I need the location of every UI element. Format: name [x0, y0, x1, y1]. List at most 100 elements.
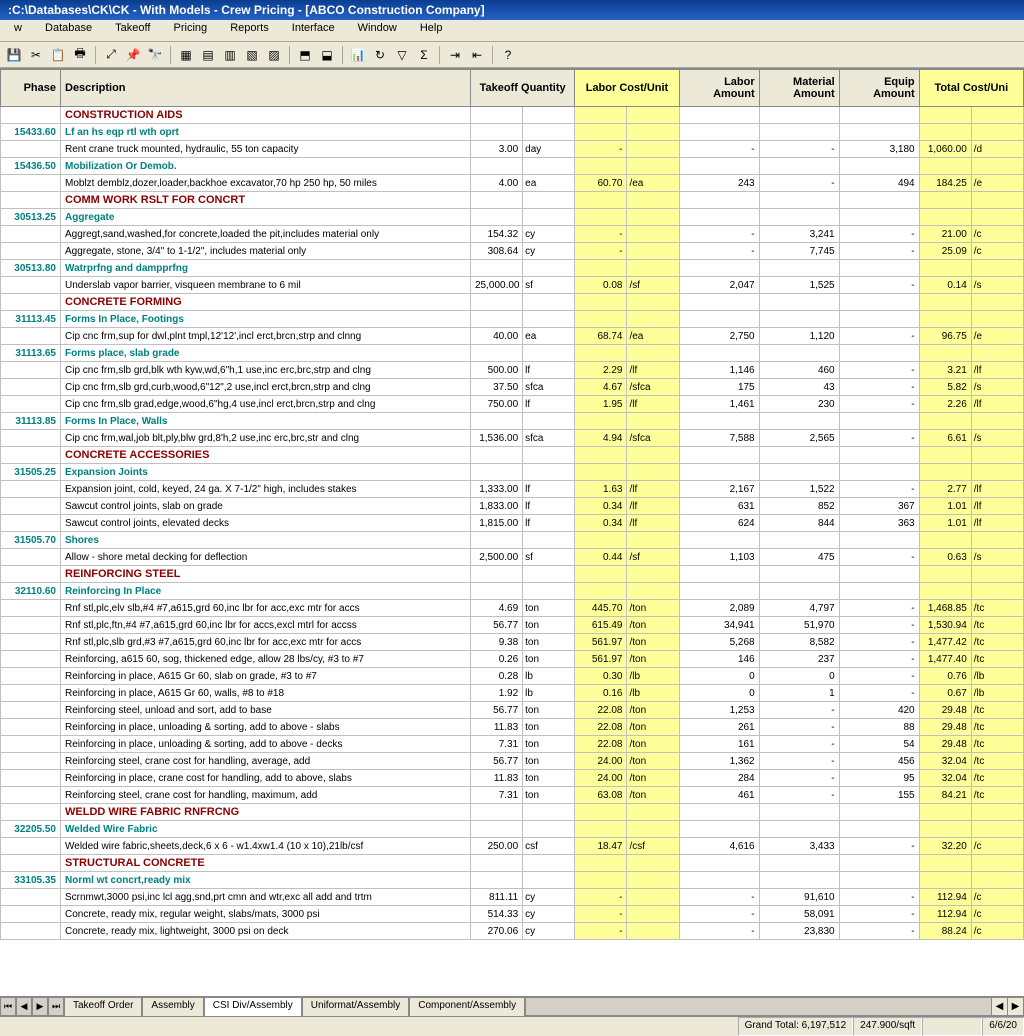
- refresh-icon[interactable]: ↻: [370, 45, 390, 65]
- table-row[interactable]: 30513.80Watrprfng and dampprfng: [1, 260, 1024, 277]
- table-row[interactable]: Rent crane truck mounted, hydraulic, 55 …: [1, 141, 1024, 158]
- tab-last-icon[interactable]: ⏭: [48, 997, 64, 1016]
- header-equip-amt[interactable]: Equip Amount: [839, 70, 919, 107]
- collapse-icon[interactable]: ⇥: [445, 45, 465, 65]
- tab-component[interactable]: Component/Assembly: [409, 997, 525, 1016]
- sum-icon[interactable]: Σ: [414, 45, 434, 65]
- spreadsheet-grid[interactable]: Phase Description Takeoff Quantity Labor…: [0, 68, 1024, 996]
- copy-icon[interactable]: 📋: [48, 45, 68, 65]
- save-icon[interactable]: 💾: [4, 45, 24, 65]
- table-row[interactable]: CONSTRUCTION AIDS: [1, 107, 1024, 124]
- layer1-icon[interactable]: ⬒: [295, 45, 315, 65]
- table-row[interactable]: 32205.50Welded Wire Fabric: [1, 821, 1024, 838]
- menu-w[interactable]: w: [4, 20, 32, 36]
- table-row[interactable]: 31505.25Expansion Joints: [1, 464, 1024, 481]
- table-row[interactable]: Reinforcing in place, unloading & sortin…: [1, 736, 1024, 753]
- table-row[interactable]: 33105.35Norml wt concrt,ready mix: [1, 872, 1024, 889]
- header-description[interactable]: Description: [61, 70, 471, 107]
- table-row[interactable]: 31113.45Forms In Place, Footings: [1, 311, 1024, 328]
- table-row[interactable]: Rnf stl,plc,elv slb,#4 #7,a615,grd 60,in…: [1, 600, 1024, 617]
- tab-uniformat[interactable]: Uniformat/Assembly: [302, 997, 409, 1016]
- table-row[interactable]: Cip cnc frm,slb grad,edge,wood,6"hg,4 us…: [1, 396, 1024, 413]
- table-row[interactable]: 32110.60Reinforcing In Place: [1, 583, 1024, 600]
- menubar: w Database Takeoff Pricing Reports Inter…: [0, 20, 1024, 42]
- table-row[interactable]: Reinforcing in place, A615 Gr 60, slab o…: [1, 668, 1024, 685]
- scroll-left-icon[interactable]: ◀: [991, 998, 1007, 1015]
- table-row[interactable]: Allow - shore metal decking for deflecti…: [1, 549, 1024, 566]
- table-row[interactable]: Reinforcing steel, unload and sort, add …: [1, 702, 1024, 719]
- table-row[interactable]: REINFORCING STEEL: [1, 566, 1024, 583]
- grid3-icon[interactable]: ▥: [220, 45, 240, 65]
- help-icon[interactable]: ?: [498, 45, 518, 65]
- expand-icon[interactable]: ⤢: [101, 45, 121, 65]
- table-row[interactable]: Reinforcing in place, crane cost for han…: [1, 770, 1024, 787]
- table-row[interactable]: Concrete, ready mix, regular weight, sla…: [1, 906, 1024, 923]
- pin-icon[interactable]: 📌: [123, 45, 143, 65]
- table-row[interactable]: Concrete, ready mix, lightweight, 3000 p…: [1, 923, 1024, 940]
- tab-assembly[interactable]: Assembly: [142, 997, 203, 1016]
- header-total[interactable]: Total Cost/Uni: [919, 70, 1023, 107]
- menu-reports[interactable]: Reports: [220, 20, 279, 36]
- table-row[interactable]: 15433.60Lf an hs eqp rtl wth oprt: [1, 124, 1024, 141]
- header-takeoff-qty[interactable]: Takeoff Quantity: [471, 70, 575, 107]
- table-row[interactable]: 15436.50Mobilization Or Demob.: [1, 158, 1024, 175]
- table-row[interactable]: WELDD WIRE FABRIC RNFRCNG: [1, 804, 1024, 821]
- table-row[interactable]: CONCRETE FORMING: [1, 294, 1024, 311]
- menu-pricing[interactable]: Pricing: [164, 20, 218, 36]
- grid4-icon[interactable]: ▧: [242, 45, 262, 65]
- table-row[interactable]: Reinforcing, a615 60, sog, thickened edg…: [1, 651, 1024, 668]
- table-row[interactable]: Cip cnc frm,wal,job blt,ply,blw grd,8'h,…: [1, 430, 1024, 447]
- chart-icon[interactable]: 📊: [348, 45, 368, 65]
- table-row[interactable]: Cip cnc frm,sup for dwl,plnt tmpl,12'12'…: [1, 328, 1024, 345]
- table-row[interactable]: Aggregt,sand,washed,for concrete,loaded …: [1, 226, 1024, 243]
- header-phase[interactable]: Phase: [1, 70, 61, 107]
- menu-window[interactable]: Window: [348, 20, 407, 36]
- table-row[interactable]: Sawcut control joints, slab on grade1,83…: [1, 498, 1024, 515]
- table-row[interactable]: 31113.65Forms place, slab grade: [1, 345, 1024, 362]
- cut-icon[interactable]: ✂: [26, 45, 46, 65]
- grid5-icon[interactable]: ▨: [264, 45, 284, 65]
- scroll-right-icon[interactable]: ▶: [1007, 998, 1023, 1015]
- header-mat-amt[interactable]: Material Amount: [759, 70, 839, 107]
- table-row[interactable]: Cip cnc frm,slb grd,curb,wood,6"12",2 us…: [1, 379, 1024, 396]
- horizontal-scrollbar[interactable]: ◀ ▶: [525, 997, 1024, 1016]
- table-row[interactable]: Rnf stl,plc,ftn,#4 #7,a615,grd 60,inc lb…: [1, 617, 1024, 634]
- print-icon[interactable]: 🖶: [70, 45, 90, 65]
- table-row[interactable]: Rnf stl,plc,slb grd,#3 #7,a615,grd 60,in…: [1, 634, 1024, 651]
- grid1-icon[interactable]: ▦: [176, 45, 196, 65]
- filter-icon[interactable]: ▽: [392, 45, 412, 65]
- menu-takeoff[interactable]: Takeoff: [105, 20, 160, 36]
- table-row[interactable]: Expansion joint, cold, keyed, 24 ga. X 7…: [1, 481, 1024, 498]
- header-labor-cost[interactable]: Labor Cost/Unit: [575, 70, 679, 107]
- table-row[interactable]: Scrnmwt,3000 psi,inc lcl agg,snd,prt cmn…: [1, 889, 1024, 906]
- expand2-icon[interactable]: ⇤: [467, 45, 487, 65]
- table-row[interactable]: 30513.25Aggregate: [1, 209, 1024, 226]
- table-row[interactable]: Reinforcing steel, crane cost for handli…: [1, 787, 1024, 804]
- table-row[interactable]: Moblzt demblz,dozer,loader,backhoe excav…: [1, 175, 1024, 192]
- table-row[interactable]: Underslab vapor barrier, visqueen membra…: [1, 277, 1024, 294]
- table-row[interactable]: Reinforcing in place, A615 Gr 60, walls,…: [1, 685, 1024, 702]
- menu-interface[interactable]: Interface: [282, 20, 345, 36]
- tab-first-icon[interactable]: ⏮: [0, 997, 16, 1016]
- table-row[interactable]: Reinforcing steel, crane cost for handli…: [1, 753, 1024, 770]
- table-row[interactable]: Cip cnc frm,slb grd,blk wth kyw,wd,6"h,1…: [1, 362, 1024, 379]
- table-row[interactable]: Reinforcing in place, unloading & sortin…: [1, 719, 1024, 736]
- tab-takeoff-order[interactable]: Takeoff Order: [64, 997, 142, 1016]
- grid2-icon[interactable]: ▤: [198, 45, 218, 65]
- table-row[interactable]: STRUCTURAL CONCRETE: [1, 855, 1024, 872]
- tab-prev-icon[interactable]: ◀: [16, 997, 32, 1016]
- table-row[interactable]: CONCRETE ACCESSORIES: [1, 447, 1024, 464]
- binoculars-icon[interactable]: 🔭: [145, 45, 165, 65]
- layer2-icon[interactable]: ⬓: [317, 45, 337, 65]
- tab-csi-div[interactable]: CSI Div/Assembly: [204, 997, 302, 1016]
- table-row[interactable]: Aggregate, stone, 3/4" to 1-1/2", includ…: [1, 243, 1024, 260]
- menu-database[interactable]: Database: [35, 20, 102, 36]
- table-row[interactable]: Welded wire fabric,sheets,deck,6 x 6 - w…: [1, 838, 1024, 855]
- table-row[interactable]: Sawcut control joints, elevated decks1,8…: [1, 515, 1024, 532]
- table-row[interactable]: 31505.70Shores: [1, 532, 1024, 549]
- tab-next-icon[interactable]: ▶: [32, 997, 48, 1016]
- table-row[interactable]: 31113.85Forms In Place, Walls: [1, 413, 1024, 430]
- menu-help[interactable]: Help: [410, 20, 453, 36]
- table-row[interactable]: COMM WORK RSLT FOR CONCRT: [1, 192, 1024, 209]
- header-labor-amt[interactable]: Labor Amount: [679, 70, 759, 107]
